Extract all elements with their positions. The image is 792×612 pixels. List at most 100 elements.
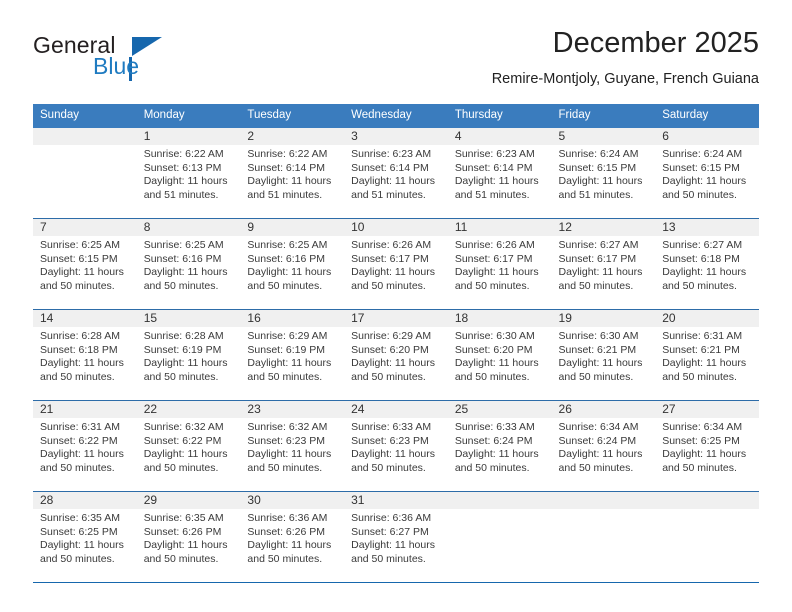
day-number: 28 xyxy=(33,492,137,509)
day-cell-inner: 29 Sunrise: 6:35 AM Sunset: 6:26 PM Dayligh… xyxy=(136,492,241,582)
day-sun-info: Sunrise: 6:33 AM Sunset: 6:23 PM Daylight:… xyxy=(344,418,448,475)
daylight-duration-line1: Daylight: 11 hours xyxy=(351,448,435,461)
day-cell-inner: 8 Sunrise: 6:25 AM Sunset: 6:16 PM Daylight… xyxy=(136,219,241,309)
daylight-duration-line2: and 51 minutes. xyxy=(454,188,530,201)
sunset-time: Sunset: 6:26 PM xyxy=(247,525,326,538)
calendar-day-cell[interactable]: 21 Sunrise: 6:31 AM Sunset: 6:22 PM Dayligh… xyxy=(33,400,137,492)
sunrise-time: Sunrise: 6:35 AM xyxy=(40,512,120,524)
calendar-day-cell[interactable]: 17 Sunrise: 6:29 AM Sunset: 6:20 PM Dayligh… xyxy=(344,309,448,401)
sunset-time: Sunset: 6:27 PM xyxy=(351,525,429,538)
calendar-day-cell[interactable]: 10 Sunrise: 6:26 AM Sunset: 6:17 PM Dayligh… xyxy=(344,218,448,310)
brand-logo[interactable]: General Blue xyxy=(33,32,213,84)
calendar-day-cell[interactable]: 9 Sunrise: 6:25 AM Sunset: 6:16 PM Daylight… xyxy=(240,218,345,310)
day-number xyxy=(33,128,137,145)
daylight-duration-line1: Daylight: 11 hours xyxy=(454,448,539,461)
sunset-time: Sunset: 6:15 PM xyxy=(662,161,740,174)
calendar-day-cell[interactable]: 15 Sunrise: 6:28 AM Sunset: 6:19 PM Dayligh… xyxy=(136,309,241,401)
day-sun-info: Sunrise: 6:36 AM Sunset: 6:26 PM Daylight:… xyxy=(240,509,344,566)
day-sun-info: Sunrise: 6:24 AM Sunset: 6:15 PM Daylight:… xyxy=(655,145,759,202)
sunset-time: Sunset: 6:26 PM xyxy=(143,525,222,538)
day-sun-info: Sunrise: 6:24 AM Sunset: 6:15 PM Daylight:… xyxy=(552,145,656,202)
daylight-duration-line2: and 50 minutes. xyxy=(351,552,426,565)
calendar-day-cell[interactable]: 19 Sunrise: 6:30 AM Sunset: 6:21 PM Dayligh… xyxy=(551,309,656,401)
daylight-duration-line2: and 50 minutes. xyxy=(40,279,115,292)
calendar-day-cell[interactable]: 30 Sunrise: 6:36 AM Sunset: 6:26 PM Dayligh… xyxy=(240,491,345,582)
day-sun-info: Sunrise: 6:26 AM Sunset: 6:17 PM Daylight:… xyxy=(344,236,448,293)
day-cell-inner: 19 Sunrise: 6:30 AM Sunset: 6:21 PM Dayligh… xyxy=(551,310,656,400)
daylight-duration-line2: and 50 minutes. xyxy=(558,461,634,474)
day-cell-inner: 30 Sunrise: 6:36 AM Sunset: 6:26 PM Dayligh… xyxy=(240,492,345,582)
daylight-duration-line2: and 50 minutes. xyxy=(558,370,634,383)
sunset-time: Sunset: 6:16 PM xyxy=(143,252,222,265)
daylight-duration-line1: Daylight: 11 hours xyxy=(40,357,124,370)
day-cell-inner: 11 Sunrise: 6:26 AM Sunset: 6:17 PM Dayligh… xyxy=(447,219,552,309)
calendar-day-cell[interactable]: 18 Sunrise: 6:30 AM Sunset: 6:20 PM Dayligh… xyxy=(447,309,552,401)
calendar-day-cell[interactable]: 3 Sunrise: 6:23 AM Sunset: 6:14 PM Daylight… xyxy=(344,128,448,219)
daylight-duration-line1: Daylight: 11 hours xyxy=(40,266,124,279)
calendar-day-cell[interactable]: 11 Sunrise: 6:26 AM Sunset: 6:17 PM Dayligh… xyxy=(447,218,552,310)
sunrise-time: Sunrise: 6:23 AM xyxy=(351,148,432,160)
calendar-day-cell[interactable]: 7 Sunrise: 6:25 AM Sunset: 6:15 PM Daylight… xyxy=(33,218,137,310)
day-sun-info: Sunrise: 6:33 AM Sunset: 6:24 PM Daylight:… xyxy=(448,418,552,475)
calendar-day-cell[interactable]: 24 Sunrise: 6:33 AM Sunset: 6:23 PM Dayligh… xyxy=(344,400,448,492)
sunset-time: Sunset: 6:16 PM xyxy=(247,252,326,265)
calendar-day-cell[interactable]: 20 Sunrise: 6:31 AM Sunset: 6:21 PM Dayligh… xyxy=(655,309,759,401)
daylight-duration-line1: Daylight: 11 hours xyxy=(247,175,332,188)
daylight-duration-line2: and 50 minutes. xyxy=(143,370,219,383)
calendar-day-cell[interactable]: 4 Sunrise: 6:23 AM Sunset: 6:14 PM Daylight… xyxy=(447,128,552,219)
calendar-day-cell[interactable]: 5 Sunrise: 6:24 AM Sunset: 6:15 PM Daylight… xyxy=(551,128,656,219)
day-sun-info: Sunrise: 6:25 AM Sunset: 6:16 PM Daylight:… xyxy=(240,236,344,293)
day-number: 27 xyxy=(655,401,759,418)
sunset-time: Sunset: 6:24 PM xyxy=(558,434,637,447)
calendar-day-cell[interactable]: 2 Sunrise: 6:22 AM Sunset: 6:14 PM Daylight… xyxy=(240,128,345,219)
calendar-day-cell[interactable]: 31 Sunrise: 6:36 AM Sunset: 6:27 PM Dayligh… xyxy=(344,491,448,582)
calendar-day-cell[interactable]: 13 Sunrise: 6:27 AM Sunset: 6:18 PM Dayligh… xyxy=(655,218,759,310)
calendar-header-row: Sunday Monday Tuesday Wednesday Thursday… xyxy=(33,104,759,128)
day-sun-info: Sunrise: 6:30 AM Sunset: 6:21 PM Daylight:… xyxy=(552,327,656,384)
calendar-day-cell[interactable]: 27 Sunrise: 6:34 AM Sunset: 6:25 PM Dayligh… xyxy=(655,400,759,492)
daylight-duration-line2: and 50 minutes. xyxy=(454,370,530,383)
sunset-time: Sunset: 6:19 PM xyxy=(143,343,222,356)
calendar-day-cell[interactable]: 23 Sunrise: 6:32 AM Sunset: 6:23 PM Dayligh… xyxy=(240,400,345,492)
day-cell-inner: 15 Sunrise: 6:28 AM Sunset: 6:19 PM Dayligh… xyxy=(136,310,241,400)
sunset-time: Sunset: 6:25 PM xyxy=(662,434,740,447)
calendar-day-cell[interactable]: 16 Sunrise: 6:29 AM Sunset: 6:19 PM Dayligh… xyxy=(240,309,345,401)
calendar-week-row: 14 Sunrise: 6:28 AM Sunset: 6:18 PM Dayligh… xyxy=(33,309,759,401)
daylight-duration-line2: and 50 minutes. xyxy=(247,279,323,292)
sunrise-time: Sunrise: 6:23 AM xyxy=(454,148,535,160)
calendar-day-cell[interactable]: 22 Sunrise: 6:32 AM Sunset: 6:22 PM Dayligh… xyxy=(136,400,241,492)
day-cell-inner: 27 Sunrise: 6:34 AM Sunset: 6:25 PM Dayligh… xyxy=(655,401,759,491)
sunset-time: Sunset: 6:25 PM xyxy=(40,525,118,538)
calendar-day-cell[interactable]: 29 Sunrise: 6:35 AM Sunset: 6:26 PM Dayligh… xyxy=(136,491,241,582)
sunrise-time: Sunrise: 6:29 AM xyxy=(247,330,328,342)
sunset-time: Sunset: 6:23 PM xyxy=(247,434,326,447)
daylight-duration-line2: and 50 minutes. xyxy=(40,552,115,565)
brand-name-blue: Blue xyxy=(93,53,140,79)
calendar-day-cell[interactable]: 8 Sunrise: 6:25 AM Sunset: 6:16 PM Daylight… xyxy=(136,218,241,310)
sunset-time: Sunset: 6:23 PM xyxy=(351,434,429,447)
sunset-time: Sunset: 6:14 PM xyxy=(247,161,326,174)
day-cell-inner: 20 Sunrise: 6:31 AM Sunset: 6:21 PM Dayligh… xyxy=(655,310,759,400)
day-number: 1 xyxy=(136,128,241,145)
day-number: 13 xyxy=(655,219,759,236)
calendar-day-cell[interactable]: 28 Sunrise: 6:35 AM Sunset: 6:25 PM Dayligh… xyxy=(33,491,137,582)
calendar-day-cell[interactable]: 25 Sunrise: 6:33 AM Sunset: 6:24 PM Dayligh… xyxy=(447,400,552,492)
sunset-time: Sunset: 6:15 PM xyxy=(558,161,637,174)
sunset-time: Sunset: 6:19 PM xyxy=(247,343,326,356)
sunset-time: Sunset: 6:14 PM xyxy=(351,161,429,174)
weekday-header-saturday: Saturday xyxy=(655,104,759,128)
title-block: December 2025 Remire-Montjoly, Guyane, F… xyxy=(492,26,759,89)
calendar-week-row: 28 Sunrise: 6:35 AM Sunset: 6:25 PM Dayligh… xyxy=(33,491,759,582)
day-number: 14 xyxy=(33,310,137,327)
calendar-day-cell[interactable]: 26 Sunrise: 6:34 AM Sunset: 6:24 PM Dayligh… xyxy=(551,400,656,492)
calendar-day-cell[interactable]: 6 Sunrise: 6:24 AM Sunset: 6:15 PM Daylight… xyxy=(655,128,759,219)
daylight-duration-line1: Daylight: 11 hours xyxy=(351,539,435,552)
daylight-duration-line1: Daylight: 11 hours xyxy=(351,175,435,188)
daylight-duration-line1: Daylight: 11 hours xyxy=(454,266,539,279)
day-number: 24 xyxy=(344,401,448,418)
calendar-day-cell[interactable]: 14 Sunrise: 6:28 AM Sunset: 6:18 PM Dayligh… xyxy=(33,309,137,401)
calendar-day-cell[interactable]: 12 Sunrise: 6:27 AM Sunset: 6:17 PM Dayligh… xyxy=(551,218,656,310)
day-number: 17 xyxy=(344,310,448,327)
sunrise-time: Sunrise: 6:33 AM xyxy=(351,421,432,433)
calendar-day-cell[interactable]: 1 Sunrise: 6:22 AM Sunset: 6:13 PM Daylight… xyxy=(136,128,241,219)
